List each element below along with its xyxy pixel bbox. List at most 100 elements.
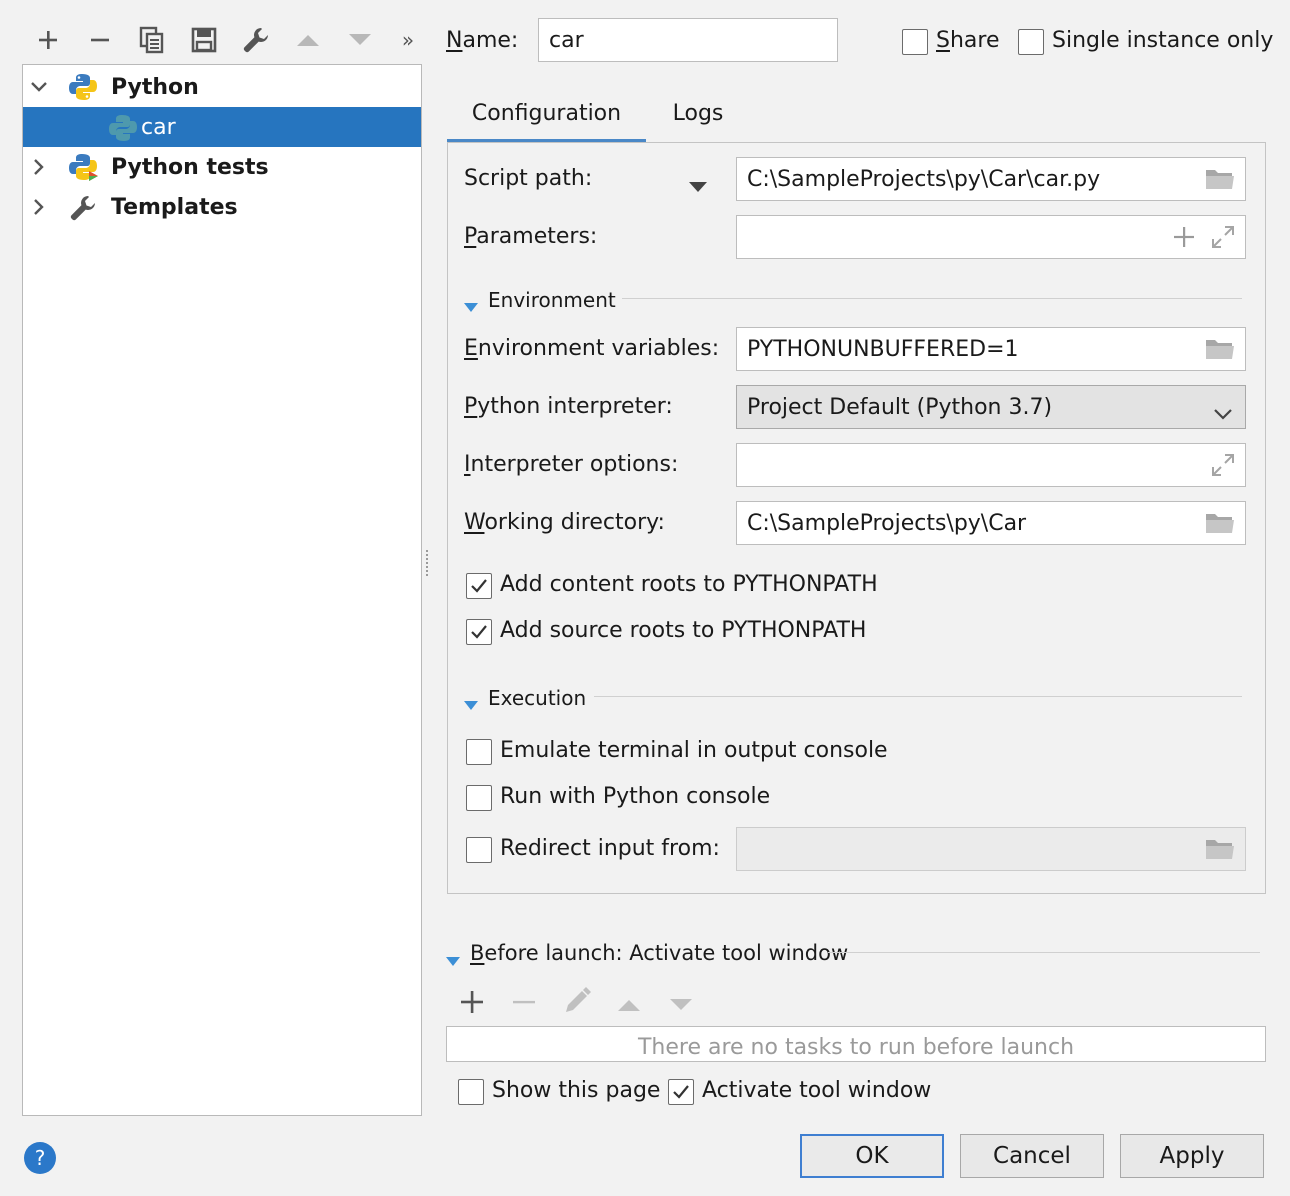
folder-icon[interactable]	[1205, 836, 1235, 868]
move-up-button[interactable]	[290, 22, 326, 58]
name-label: Name:	[446, 28, 519, 53]
tree-item-label: Python	[111, 74, 199, 100]
share-checkbox[interactable]	[902, 29, 928, 55]
folder-icon[interactable]	[1205, 510, 1235, 542]
move-task-up-button[interactable]	[616, 994, 642, 1019]
save-icon	[191, 27, 217, 53]
config-tree[interactable]: Python car Python tests Templates	[22, 64, 422, 1116]
execution-section-title: Execution	[488, 686, 587, 710]
minus-icon	[91, 38, 109, 42]
run-python-console-label: Run with Python console	[500, 784, 771, 809]
environment-collapse-icon[interactable]	[464, 294, 478, 319]
section-divider	[594, 696, 1242, 697]
name-input[interactable]: car	[538, 18, 838, 62]
interp-options-input[interactable]	[736, 443, 1246, 487]
edit-task-button[interactable]	[562, 986, 592, 1022]
minus-icon	[513, 1000, 535, 1004]
single-instance-checkbox[interactable]	[1018, 29, 1044, 55]
tree-item-car[interactable]: car	[23, 107, 421, 147]
tree-item-label: Python tests	[111, 154, 269, 180]
chevron-right-icon[interactable]	[29, 197, 49, 217]
activate-tool-checkbox[interactable]	[668, 1079, 694, 1105]
activate-tool-label: Activate tool window	[702, 1078, 932, 1103]
tree-item-label: car	[141, 114, 176, 140]
arrow-up-icon	[297, 35, 319, 46]
section-divider	[622, 298, 1242, 299]
cancel-button[interactable]: Cancel	[960, 1134, 1104, 1178]
before-launch-title: Before launch: Activate tool window	[470, 941, 849, 965]
emulate-terminal-label: Emulate terminal in output console	[500, 738, 888, 763]
parameters-label: Parameters:	[464, 224, 598, 249]
interp-options-label: Interpreter options:	[464, 452, 679, 477]
env-vars-input[interactable]: PYTHONUNBUFFERED=1	[736, 327, 1246, 371]
before-launch-task-list[interactable]: There are no tasks to run before launch	[446, 1026, 1266, 1062]
more-icon: »	[401, 28, 415, 52]
python-tests-icon	[69, 153, 99, 189]
panel-splitter[interactable]	[424, 548, 430, 578]
tree-item-templates[interactable]: Templates	[23, 187, 421, 227]
arrow-down-icon	[670, 999, 692, 1010]
script-path-input[interactable]: C:\SampleProjects\py\Car\car.py	[736, 157, 1246, 201]
arrow-up-icon	[618, 1000, 640, 1011]
save-config-button[interactable]	[186, 22, 222, 58]
plus-icon	[461, 991, 483, 1013]
ok-button[interactable]: OK	[800, 1134, 944, 1178]
tree-item-python[interactable]: Python	[23, 67, 421, 107]
add-task-button[interactable]	[460, 990, 484, 1020]
add-source-roots-checkbox[interactable]	[466, 619, 492, 645]
show-page-checkbox[interactable]	[458, 1079, 484, 1105]
add-content-roots-checkbox[interactable]	[466, 573, 492, 599]
move-task-down-button[interactable]	[668, 994, 694, 1019]
emulate-terminal-checkbox[interactable]	[466, 739, 492, 765]
help-icon: ?	[34, 1146, 46, 1170]
triangle-down-icon	[689, 182, 707, 192]
apply-button[interactable]: Apply	[1120, 1134, 1264, 1178]
tab-configuration[interactable]: Configuration	[447, 88, 646, 143]
chevron-down-icon	[1213, 401, 1233, 426]
remove-task-button[interactable]	[512, 990, 536, 1020]
wrench-icon	[243, 28, 268, 53]
environment-section-title: Environment	[488, 288, 616, 312]
python-icon	[69, 73, 97, 107]
redirect-input-checkbox[interactable]	[466, 837, 492, 863]
edit-templates-button[interactable]	[238, 22, 274, 58]
tab-logs[interactable]: Logs	[656, 88, 740, 139]
chevron-down-icon[interactable]	[29, 77, 49, 97]
tree-item-python-tests[interactable]: Python tests	[23, 147, 421, 187]
copy-icon	[139, 26, 164, 54]
remove-config-button[interactable]	[82, 22, 118, 58]
checkmark-icon	[471, 625, 487, 639]
working-dir-label: Working directory:	[464, 510, 665, 535]
before-launch-collapse-icon[interactable]	[446, 948, 460, 973]
env-vars-label: Environment variables:	[464, 336, 720, 361]
redirect-input-path[interactable]	[736, 827, 1246, 871]
run-python-console-checkbox[interactable]	[466, 785, 492, 811]
folder-icon[interactable]	[1205, 336, 1235, 368]
more-actions-button[interactable]: »	[390, 22, 426, 58]
interpreter-select[interactable]: Project Default (Python 3.7)	[736, 385, 1246, 429]
chevron-right-icon[interactable]	[29, 157, 49, 177]
move-down-button[interactable]	[342, 22, 378, 58]
folder-icon[interactable]	[1205, 166, 1235, 198]
section-divider	[828, 952, 1260, 953]
working-dir-input[interactable]: C:\SampleProjects\py\Car	[736, 501, 1246, 545]
expand-icon[interactable]	[1211, 225, 1235, 255]
empty-tasks-text: There are no tasks to run before launch	[637, 1035, 1075, 1060]
help-button[interactable]: ?	[24, 1142, 56, 1174]
parameters-input[interactable]	[736, 215, 1246, 259]
single-instance-label: Single instance only	[1052, 28, 1274, 53]
expand-icon[interactable]	[1211, 453, 1235, 483]
plus-icon[interactable]	[1173, 226, 1195, 254]
add-config-button[interactable]	[30, 22, 66, 58]
script-type-dropdown[interactable]	[688, 174, 708, 199]
add-content-roots-label: Add content roots to PYTHONPATH	[500, 572, 878, 597]
tree-item-label: Templates	[111, 194, 238, 220]
show-page-label: Show this page	[492, 1078, 661, 1103]
checkmark-icon	[471, 579, 487, 593]
copy-config-button[interactable]	[134, 22, 170, 58]
execution-collapse-icon[interactable]	[464, 692, 478, 717]
wrench-icon	[69, 194, 97, 228]
share-label: Share	[936, 28, 1000, 53]
redirect-input-label: Redirect input from:	[500, 836, 720, 861]
plus-icon	[39, 31, 57, 49]
